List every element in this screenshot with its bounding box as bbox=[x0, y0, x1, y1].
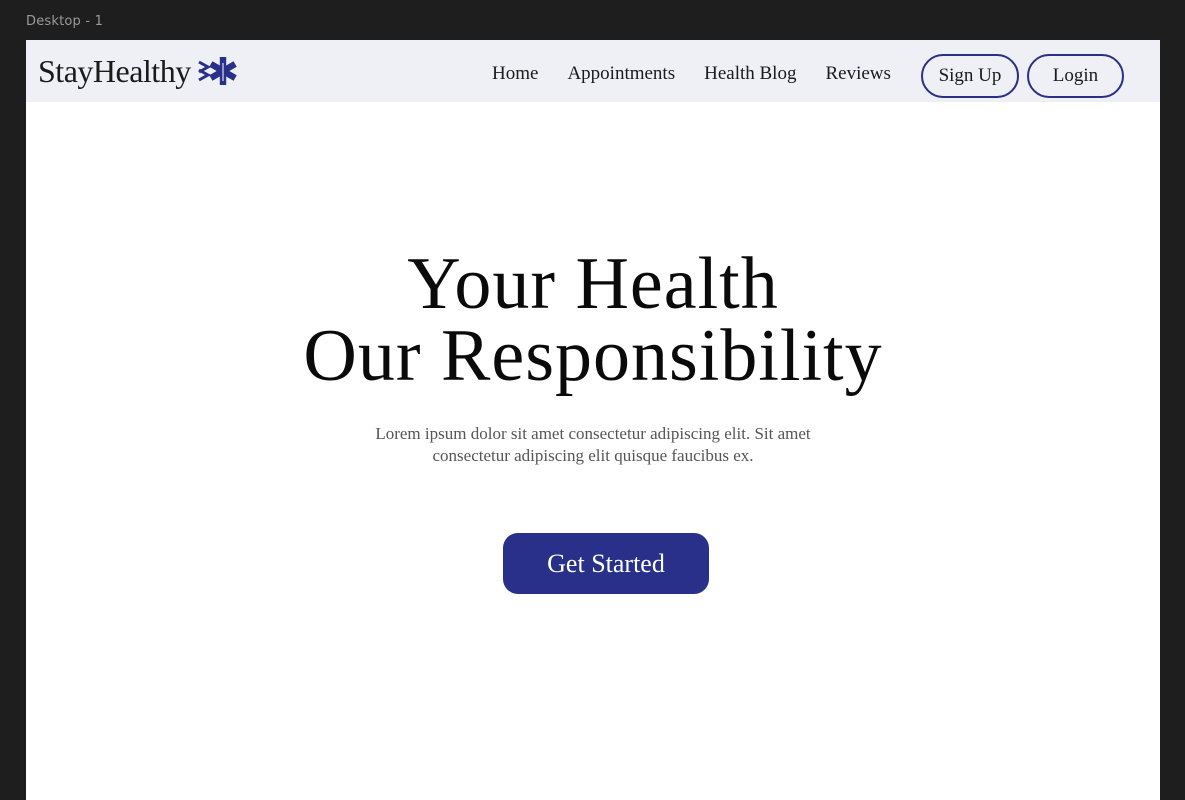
hero-title-line-1: Your Health bbox=[407, 243, 779, 325]
brand-name: StayHealthy bbox=[38, 53, 191, 89]
nav-link-reviews[interactable]: Reviews bbox=[825, 64, 890, 83]
hero-title: Your Health Our Responsibility bbox=[26, 243, 1160, 397]
brand-logo[interactable]: StayHealthy bbox=[38, 54, 239, 88]
frame-label: Desktop - 1 bbox=[26, 14, 104, 29]
hero-subtitle: Lorem ipsum dolor sit amet consectetur a… bbox=[375, 424, 811, 465]
hero-title-line-2: Our Responsibility bbox=[303, 315, 883, 397]
nav-link-home[interactable]: Home bbox=[492, 64, 538, 83]
nav-link-health-blog[interactable]: Health Blog bbox=[704, 64, 796, 83]
get-started-button[interactable]: Get Started bbox=[503, 533, 709, 594]
sign-up-button[interactable]: Sign Up bbox=[921, 54, 1019, 98]
desktop-frame: StayHealthy Home Appointments Health Blo… bbox=[26, 40, 1160, 800]
login-button[interactable]: Login bbox=[1027, 54, 1124, 98]
medical-star-icon bbox=[197, 57, 237, 85]
nav-links: Home Appointments Health Blog Reviews bbox=[492, 64, 891, 83]
nav-link-appointments[interactable]: Appointments bbox=[567, 64, 675, 83]
navbar: StayHealthy Home Appointments Health Blo… bbox=[26, 40, 1160, 102]
